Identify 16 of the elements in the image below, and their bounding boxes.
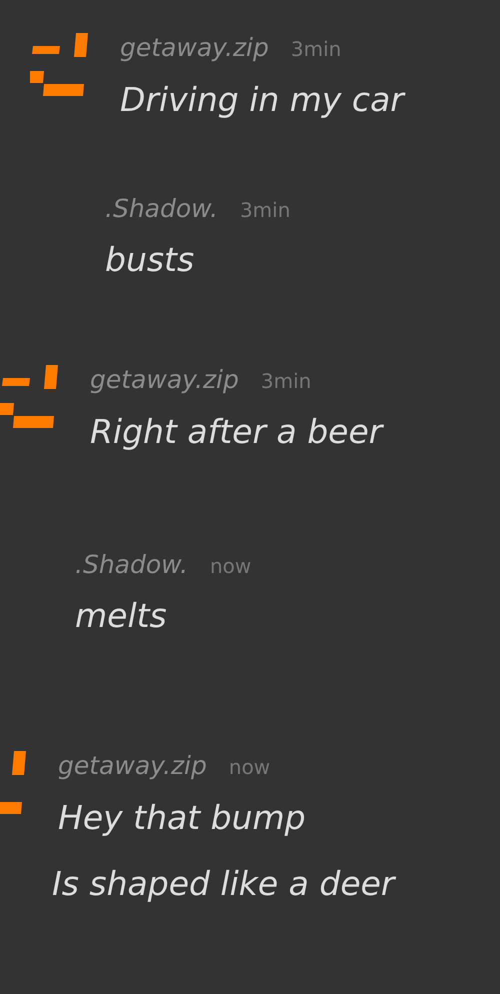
message-time: now (228, 754, 270, 781)
author-name: .Shadow. (105, 192, 218, 224)
message-time: 3min (260, 368, 312, 395)
author-name: getaway.zip (120, 32, 269, 64)
author-name: .Shadow. (75, 548, 188, 580)
author-name: getaway.zip (58, 750, 207, 782)
message-time: now (210, 552, 252, 580)
message-text: Right after a beer (90, 410, 382, 452)
message-text: Is shaped like a deer (52, 862, 395, 904)
message-text: Hey that bump (58, 796, 307, 838)
message-time: 3min (240, 196, 290, 224)
message-text: busts (105, 239, 196, 281)
author-name: getaway.zip (90, 364, 239, 396)
message-time: 3min (290, 36, 342, 63)
message-text: Driving in my car (120, 78, 404, 120)
message-text: melts (75, 595, 168, 637)
